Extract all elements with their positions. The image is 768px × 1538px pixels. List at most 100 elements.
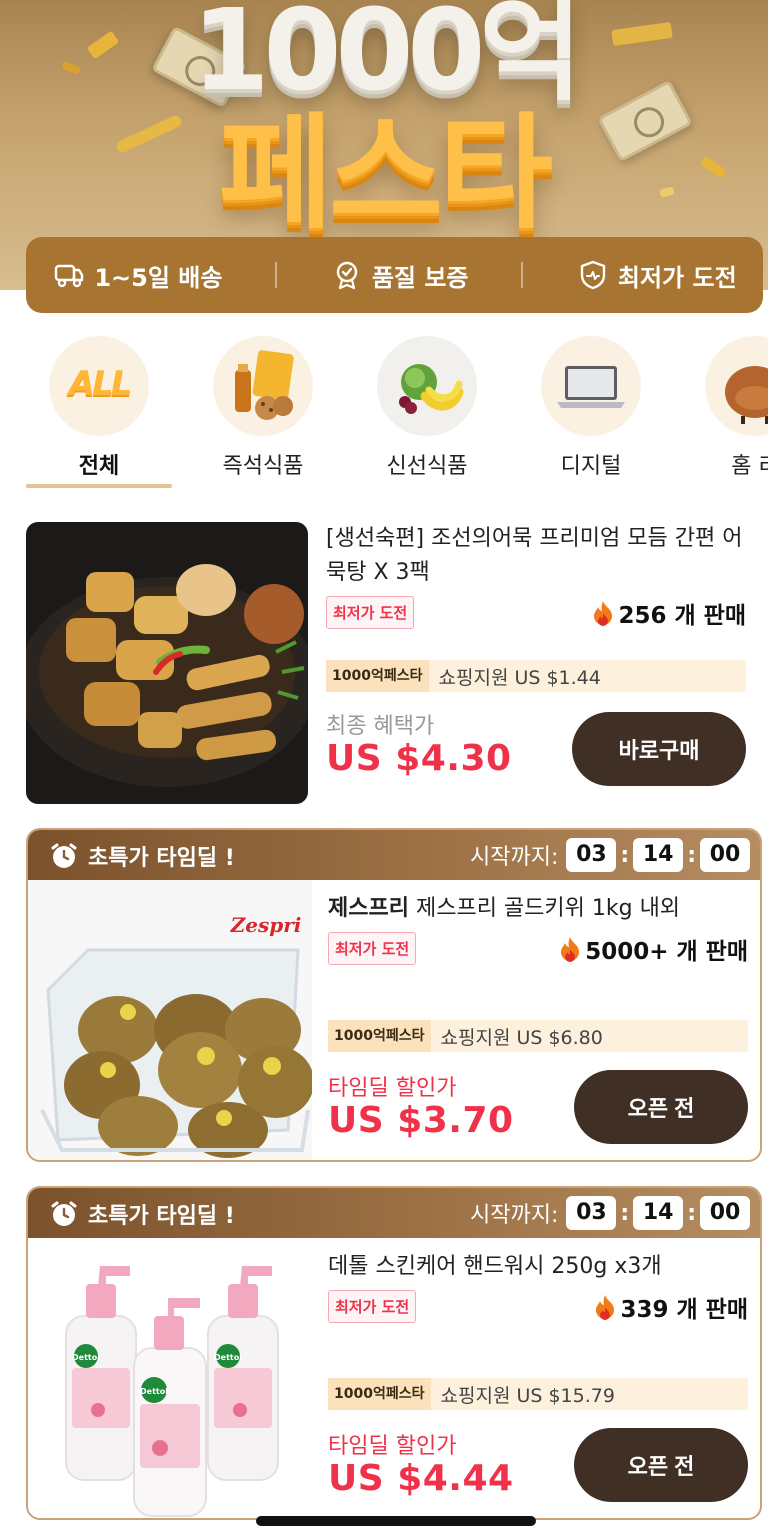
shopping-support-row: 1000억페스타 쇼핑지원 US $6.80 (328, 1020, 748, 1052)
home-indicator (256, 1516, 536, 1526)
sold-count-text: 5000+ 개 판매 (585, 939, 748, 965)
product-image-kiwi[interactable]: Zespri (28, 880, 312, 1160)
price-label: 최종 혜택가 (326, 714, 435, 739)
fiesta-tag: 1000억페스타 (328, 1378, 431, 1410)
benefit-delivery: 1~5일 배송 (52, 258, 222, 293)
countdown-hours: 03 (566, 1196, 617, 1230)
product-name-text: 제스프리 골드키위 1kg 내외 (415, 896, 681, 921)
sold-count-text: 256 개 판매 (618, 603, 746, 629)
brand-logo: Zespri (230, 913, 302, 937)
timedeal-title: 초특가 타임딜 ! (50, 840, 235, 872)
flame-icon (594, 601, 613, 626)
bottle-brand-text: Dettol (214, 1353, 242, 1362)
instant-food-icon (213, 336, 313, 436)
badge-row: 최저가 도전 5000+ 개 판매 (328, 932, 748, 968)
countdown-separator: : (687, 1200, 696, 1226)
buy-now-button[interactable]: 바로구매 (572, 712, 746, 786)
timedeal-header: 초특가 타임딜 ! 시작까지: 03 : 14 : 00 (28, 830, 760, 880)
product-name[interactable]: 데톨 스킨케어 핸드워시 250g x3개 (328, 1250, 748, 1284)
benefit-bar: 1~5일 배송 품질 보증 최저가 도전 (26, 237, 763, 313)
pre-open-button[interactable]: 오픈 전 (574, 1428, 748, 1502)
price-label: 타임딜 할인가 (328, 1434, 457, 1459)
benefit-label: 1~5일 배송 (94, 263, 223, 292)
category-label: 홈 리 (731, 454, 768, 479)
badge-row: 최저가 도전 339 개 판매 (328, 1290, 748, 1326)
category-label: 전체 (78, 454, 120, 479)
deal-price: US $4.44 (328, 1458, 514, 1499)
shopping-support-text: 쇼핑지원 US $1.44 (438, 666, 601, 689)
countdown-timer: 시작까지: 03 : 14 : 00 (470, 1196, 750, 1230)
product-name[interactable]: 제스프리 제스프리 골드키위 1kg 내외 (328, 892, 748, 926)
category-tab-instant-food[interactable]: 즉석식품 (188, 336, 338, 480)
category-tab-fresh-food[interactable]: 신선식품 (352, 336, 502, 480)
deal-price: US $3.70 (328, 1100, 514, 1141)
benefit-label: 품질 보증 (371, 263, 469, 292)
category-tab-digital[interactable]: 디지털 (516, 336, 666, 480)
hero-title-main: 페스타 (218, 102, 553, 246)
product-name[interactable]: [생선숙편] 조선의어묵 프리미엄 모듬 간편 어묵탕 X 3팩 (326, 522, 746, 590)
flame-icon (596, 1295, 615, 1320)
benefit-label: 최저가 도전 (617, 263, 737, 292)
product-image-handwash[interactable]: Dettol Dettol Dettol (28, 1238, 312, 1518)
category-tab-all[interactable]: ALL 전체 (24, 336, 174, 480)
countdown-separator: : (620, 1200, 630, 1226)
countdown-seconds: 00 (700, 838, 750, 872)
product-card[interactable]: [생선숙편] 조선의어묵 프리미엄 모듬 간편 어묵탕 X 3팩 최저가 도전 … (26, 522, 746, 804)
quality-badge-icon (336, 261, 358, 290)
price-label: 타임딜 할인가 (328, 1076, 457, 1101)
shopping-support-text: 쇼핑지원 US $6.80 (440, 1026, 603, 1049)
lowest-price-badge: 최저가 도전 (326, 596, 415, 629)
timedeal-header: 초특가 타임딜 ! 시작까지: 03 : 14 : 00 (28, 1188, 760, 1238)
countdown-minutes: 14 (633, 1196, 684, 1230)
shopping-support-text: 쇼핑지원 US $15.79 (440, 1384, 615, 1407)
countdown-seconds: 00 (700, 1196, 750, 1230)
fiesta-tag: 1000억페스타 (328, 1020, 431, 1052)
timedeal-title-text: 초특가 타임딜 ! (88, 846, 235, 871)
product-info: 데톨 스킨케어 핸드워시 250g x3개 최저가 도전 339 개 판매 10… (328, 1250, 748, 1514)
fiesta-tag: 1000억페스타 (326, 660, 429, 692)
countdown-hours: 03 (566, 838, 617, 872)
sold-count: 5000+ 개 판매 (559, 932, 748, 966)
fresh-food-icon (377, 336, 477, 436)
badge-row: 최저가 도전 256 개 판매 (326, 596, 746, 632)
countdown-label: 시작까지: (470, 845, 559, 870)
divider (275, 262, 278, 288)
timedeal-title-text: 초특가 타임딜 ! (88, 1204, 235, 1229)
countdown-separator: : (687, 842, 696, 868)
benefit-quality: 품질 보증 (330, 258, 469, 293)
all-icon-text: ALL (68, 364, 133, 404)
countdown-label: 시작까지: (470, 1203, 559, 1228)
final-price: US $4.30 (326, 738, 512, 779)
lowest-price-badge: 최저가 도전 (328, 1290, 417, 1323)
shopping-support-row: 1000억페스타 쇼핑지원 US $15.79 (328, 1378, 748, 1410)
timedeal-card[interactable]: 초특가 타임딜 ! 시작까지: 03 : 14 : 00 Zespri 제스프리… (26, 828, 762, 1162)
category-label: 디지털 (560, 454, 622, 479)
sold-count: 256 개 판매 (592, 596, 746, 630)
category-tab-home[interactable]: 홈 리 (680, 336, 768, 480)
category-all-icon: ALL (49, 336, 149, 436)
brand-name: 제스프리 (328, 896, 409, 921)
bottle-brand-text: Dettol (72, 1353, 100, 1362)
flame-icon (561, 937, 580, 962)
divider (521, 262, 524, 288)
delivery-icon (55, 264, 84, 288)
timedeal-card[interactable]: 초특가 타임딜 ! 시작까지: 03 : 14 : 00 Dettol Dett… (26, 1186, 762, 1520)
bottle-brand-text: Dettol (140, 1387, 168, 1396)
countdown-timer: 시작까지: 03 : 14 : 00 (470, 838, 750, 872)
sold-count: 339 개 판매 (594, 1290, 748, 1324)
category-label: 신선식품 (386, 454, 468, 479)
countdown-separator: : (620, 842, 630, 868)
laptop-icon (541, 336, 641, 436)
lowest-price-badge: 최저가 도전 (328, 932, 417, 965)
active-tab-indicator (26, 484, 172, 488)
pre-open-button[interactable]: 오픈 전 (574, 1070, 748, 1144)
shield-price-icon (580, 260, 606, 290)
category-label: 즉석식품 (222, 454, 304, 479)
countdown-minutes: 14 (633, 838, 684, 872)
product-image-fishcake[interactable] (26, 522, 308, 804)
product-info: [생선숙편] 조선의어묵 프리미엄 모듬 간편 어묵탕 X 3팩 최저가 도전 … (326, 522, 746, 786)
shopping-support-row: 1000억페스타 쇼핑지원 US $1.44 (326, 660, 746, 692)
timedeal-title: 초특가 타임딜 ! (50, 1198, 235, 1230)
sold-count-text: 339 개 판매 (620, 1297, 748, 1323)
armchair-icon (705, 336, 768, 436)
